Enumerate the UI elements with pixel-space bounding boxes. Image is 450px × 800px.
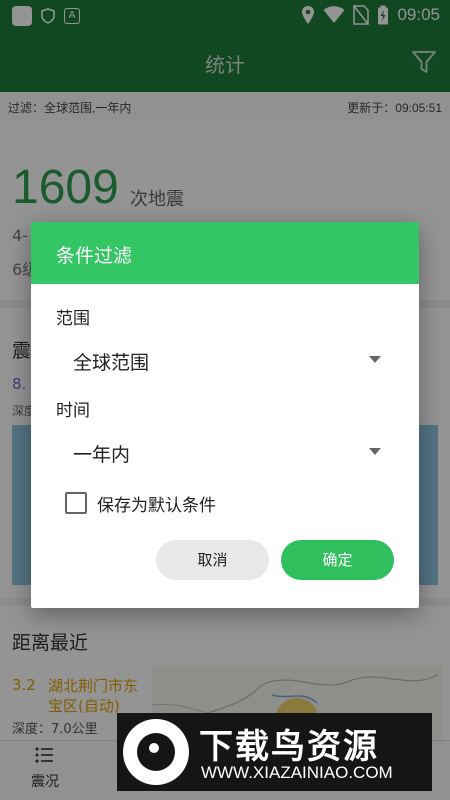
confirm-button[interactable]: 确定 [281,540,394,580]
time-select-value: 一年内 [73,444,131,466]
watermark-url: WWW.XIAZAINIAO.COM [201,763,393,782]
dropdown-arrow-icon [369,448,381,455]
save-default-checkbox[interactable] [65,492,87,514]
save-default-label[interactable]: 保存为默认条件 [97,491,216,516]
range-label: 范围 [56,309,90,329]
watermark-logo: 下载鸟资源 WWW.XIAZAINIAO.COM [117,713,432,791]
save-default-row[interactable]: 保存为默认条件 [65,490,216,516]
dialog-title: 条件过滤 [56,245,133,267]
range-select-value: 全球范围 [73,352,150,374]
bird-logo-icon [123,719,189,785]
time-label: 时间 [56,401,90,421]
dropdown-arrow-icon [369,356,381,363]
watermark-title: 下载鸟资源 [199,727,379,767]
filter-dialog: 条件过滤 范围 全球范围 时间 一年内 保存为默认条件 取消 确定 [31,222,419,608]
cancel-button[interactable]: 取消 [156,540,269,580]
range-select[interactable]: 全球范围 [71,340,381,380]
dialog-header: 条件过滤 [31,222,419,284]
time-select[interactable]: 一年内 [71,432,381,472]
